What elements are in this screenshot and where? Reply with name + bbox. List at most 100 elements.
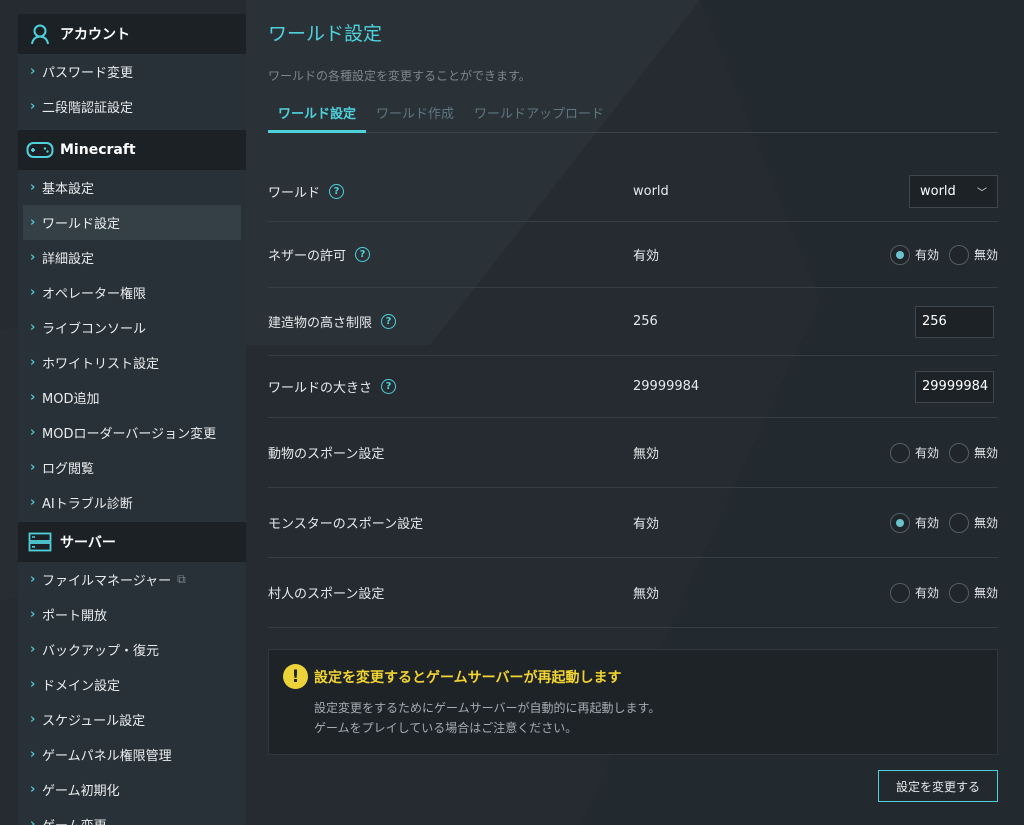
radio-option[interactable]: 有効 [889, 442, 939, 463]
chevron-right-icon: › [30, 215, 36, 230]
radio-group: 有効 無効 [889, 582, 998, 603]
section-title: サーバー [60, 535, 116, 551]
world-select[interactable]: world ﹀ [909, 174, 998, 208]
warning-icon: ! [283, 664, 308, 689]
radio-option[interactable]: 有効 [889, 244, 939, 265]
setting-label: ワールド [268, 185, 321, 201]
radio-group: 有効 無効 [889, 244, 998, 265]
main-content: ワールド設定 ワールドの各種設定を変更することができます。 ワールド設定 ワールド… [268, 14, 998, 802]
sidebar-item[interactable]: › ライブコンソール [18, 310, 246, 345]
radio-group: 有効 無効 [889, 442, 998, 463]
setting-label-wrap: 建造物の高さ制限? [268, 312, 633, 331]
sidebar-item[interactable]: › スケジュール設定 [18, 702, 246, 737]
section-title: Minecraft [60, 142, 136, 158]
radio-option[interactable]: 無効 [948, 442, 998, 463]
sidebar-item-label: バックアップ・復元 [42, 644, 160, 659]
server-icon [26, 530, 54, 554]
sidebar-section-header: アカウント [18, 14, 246, 54]
sidebar: アカウント › パスワード変更 › 二段階認証設定 Minecraft › 基本設定 › ワールド… [18, 14, 246, 825]
radio-label: 無効 [973, 248, 998, 262]
radio-circle[interactable] [948, 442, 969, 463]
setting-label: 村人のスポーン設定 [268, 587, 385, 602]
radio-option[interactable]: 無効 [948, 244, 998, 265]
setting-label: モンスターのスポーン設定 [268, 517, 424, 532]
chevron-right-icon: › [30, 495, 36, 510]
help-icon[interactable]: ? [355, 247, 371, 262]
tab[interactable]: ワールド作成 [366, 101, 464, 133]
setting-row: ワールド? world world ﹀ [268, 160, 998, 222]
radio-circle[interactable] [889, 244, 910, 265]
setting-label-wrap: ネザーの許可? [268, 245, 633, 264]
sidebar-item[interactable]: › ゲームパネル権限管理 [18, 737, 246, 772]
sidebar-item[interactable]: › MOD追加 [18, 380, 246, 415]
sidebar-item[interactable]: › ファイルマネージャー ⧉ [18, 562, 246, 597]
number-input[interactable]: 29999984 [915, 370, 994, 403]
radio-circle[interactable] [948, 512, 969, 533]
sidebar-item[interactable]: › 詳細設定 [18, 240, 246, 275]
setting-current-value: 無効 [633, 447, 660, 462]
setting-control: world ﹀ [833, 174, 998, 208]
sidebar-item[interactable]: › ゲーム変更 [18, 807, 246, 825]
notice-line: 設定変更をするためにゲームサーバーが自動的に再起動します。 [314, 701, 661, 715]
sidebar-item[interactable]: › オペレーター権限 [18, 275, 246, 310]
radio-circle[interactable] [948, 244, 969, 265]
radio-option[interactable]: 無効 [948, 582, 998, 603]
sidebar-item-label: ゲーム変更 [42, 815, 107, 825]
page-title: ワールド設定 [268, 23, 383, 45]
notice-body: 設定変更をするためにゲームサーバーが自動的に再起動します。 ゲームをプレイしてい… [314, 698, 983, 738]
sidebar-item[interactable]: › ゲーム初期化 [18, 772, 246, 807]
help-icon[interactable]: ? [381, 379, 397, 394]
setting-row: 村人のスポーン設定 無効 有効 無効 [268, 558, 998, 628]
sidebar-item[interactable]: › ログ閲覧 [18, 450, 246, 485]
sidebar-item-label: ワールド設定 [42, 217, 121, 232]
help-icon[interactable]: ? [329, 183, 345, 199]
number-input[interactable]: 256 [915, 305, 994, 338]
radio-option[interactable]: 無効 [948, 512, 998, 533]
setting-current-value: 有効 [633, 517, 660, 532]
sidebar-item[interactable]: › 基本設定 [18, 170, 246, 205]
radio-circle[interactable] [889, 582, 910, 603]
chevron-right-icon: › [30, 425, 36, 440]
sidebar-item[interactable]: › バックアップ・復元 [18, 632, 246, 667]
sidebar-item-label: ゲーム初期化 [42, 784, 120, 799]
radio-label: 有効 [914, 446, 939, 460]
sidebar-item-label: MODローダーバージョン変更 [42, 427, 217, 442]
sidebar-item[interactable]: › ホワイトリスト設定 [18, 345, 246, 380]
sidebar-item[interactable]: › パスワード変更 [18, 54, 246, 89]
sidebar-item[interactable]: › ドメイン設定 [18, 667, 246, 702]
tab[interactable]: ワールド設定 [268, 101, 367, 133]
chevron-right-icon: › [30, 607, 36, 622]
external-link-icon: ⧉ [177, 572, 186, 586]
radio-label: 無効 [973, 446, 998, 460]
setting-control: 有効 無効 [833, 442, 998, 463]
chevron-right-icon: › [30, 355, 36, 370]
radio-label: 無効 [973, 586, 998, 600]
notice-title-text: 設定を変更するとゲームサーバーが再起動します [314, 669, 622, 686]
radio-option[interactable]: 有効 [889, 512, 939, 533]
sidebar-item[interactable]: › 二段階認証設定 [18, 89, 246, 124]
setting-label-wrap: ワールド? [268, 182, 633, 201]
sidebar-item[interactable]: › AIトラブル診断 [18, 485, 246, 520]
chevron-right-icon: › [30, 677, 36, 692]
sidebar-item-label: ドメイン設定 [42, 679, 121, 694]
chevron-right-icon: › [30, 285, 36, 300]
chevron-right-icon: › [30, 390, 36, 405]
setting-label: ネザーの許可 [268, 249, 347, 264]
chevron-right-icon: › [30, 320, 36, 335]
radio-option[interactable]: 有効 [889, 582, 939, 603]
help-icon[interactable]: ? [381, 314, 397, 329]
tab[interactable]: ワールドアップロード [464, 101, 614, 133]
radio-circle[interactable] [889, 442, 910, 463]
sidebar-item[interactable]: › ポート開放 [18, 597, 246, 632]
sidebar-item[interactable]: › ワールド設定 [23, 205, 241, 240]
radio-circle[interactable] [948, 582, 969, 603]
setting-label-wrap: ワールドの大きさ? [268, 377, 633, 396]
settings-list: ワールド? world world ﹀ ネザーの許可? 有効 有効 無効 建造物の高さ制限? 25… [268, 160, 998, 628]
apply-settings-button[interactable]: 設定を変更する [878, 770, 998, 802]
radio-circle[interactable] [889, 512, 910, 533]
setting-row: ネザーの許可? 有効 有効 無効 [268, 222, 998, 288]
sidebar-item[interactable]: › MODローダーバージョン変更 [18, 415, 246, 450]
sidebar-item-label: ホワイトリスト設定 [42, 357, 160, 372]
notice-line: ゲームをプレイしている場合はご注意ください。 [314, 721, 578, 735]
sidebar-item-label: ログ閲覧 [42, 462, 95, 477]
